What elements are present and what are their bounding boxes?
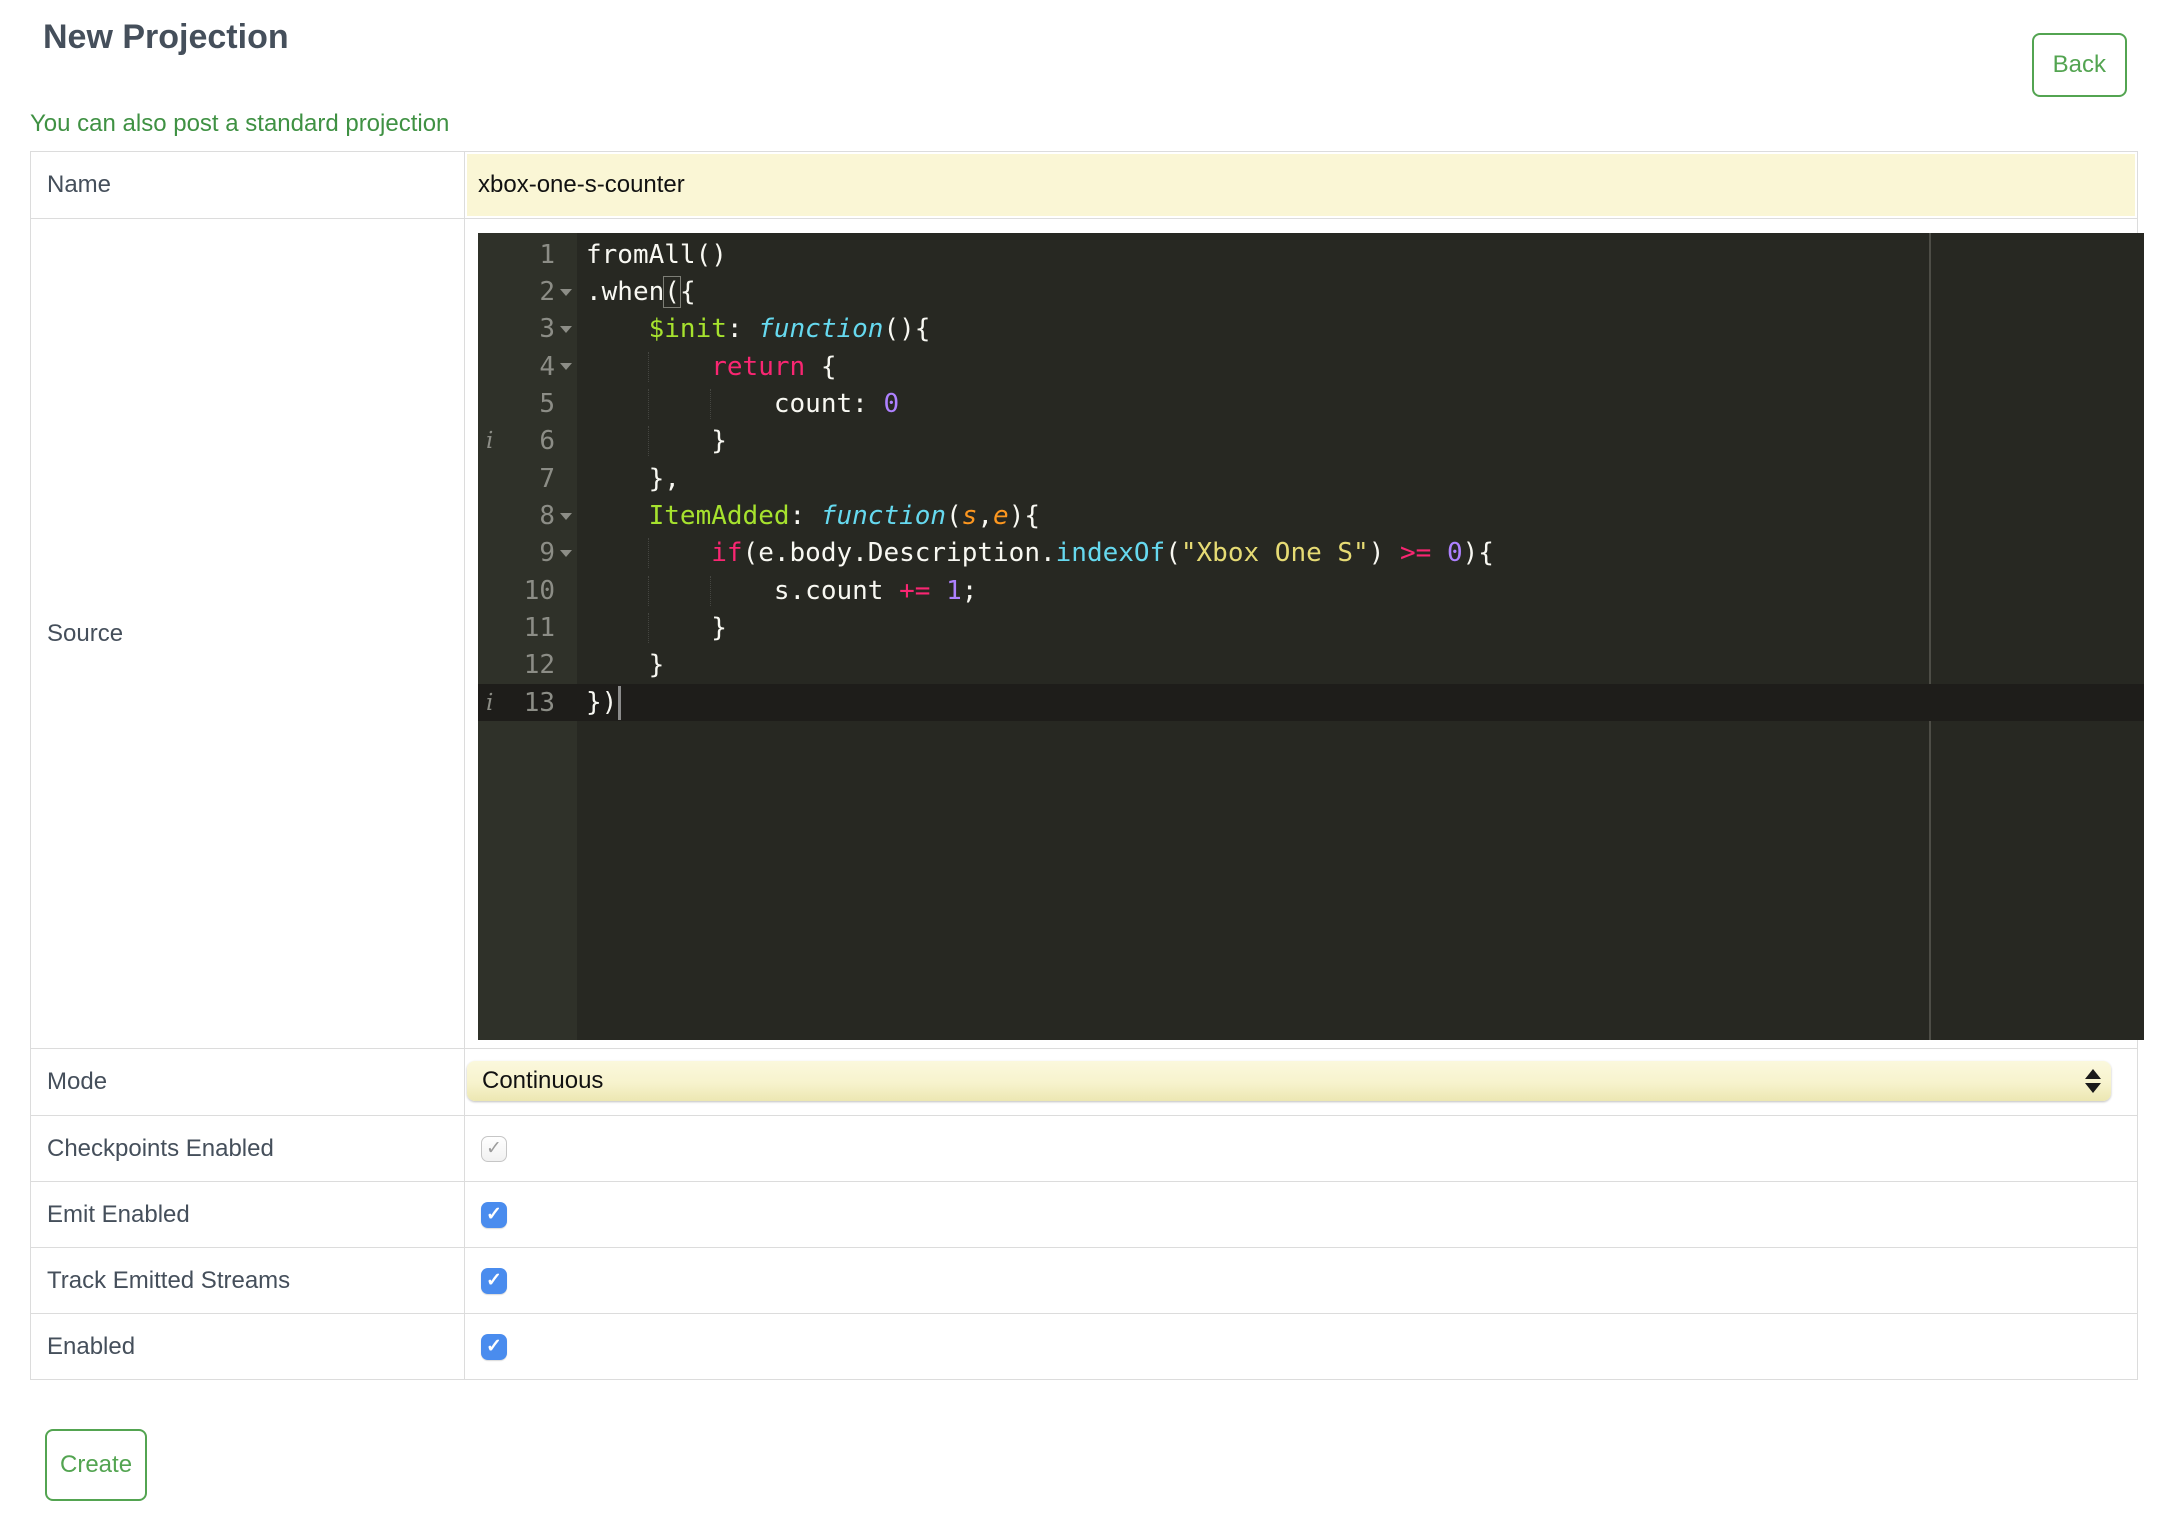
mode-label: Mode: [30, 1048, 465, 1116]
source-label: Source: [30, 218, 465, 1049]
line-number: 8: [539, 501, 555, 532]
fold-arrow-icon[interactable]: [560, 549, 572, 557]
line-number: 4: [539, 351, 555, 382]
source-row: Source 1 fromAll() 2 .when({3 $init: functi…: [30, 218, 2144, 1049]
gutter-cell: 8: [478, 501, 577, 531]
code-editor-lines: 1 fromAll() 2 .when({3 $init: function(){4 …: [478, 233, 2144, 722]
code-line[interactable]: 1 fromAll(): [478, 236, 2144, 273]
line-number: 1: [539, 239, 555, 270]
code-text: }: [648, 650, 665, 681]
line-number: 11: [523, 613, 555, 644]
code-text: return {: [577, 351, 836, 382]
line-number: 9: [539, 538, 555, 569]
code-text: count: 0: [577, 389, 899, 420]
gutter-cell: i6: [478, 426, 577, 456]
gutter-cell: 5: [478, 389, 577, 419]
code-text: }): [577, 685, 622, 720]
emit-label: Emit Enabled: [30, 1181, 465, 1248]
code-text: }: [577, 426, 727, 457]
code-text: ItemAdded: function(s,e){: [648, 501, 1040, 532]
code-line[interactable]: 2 .when({: [478, 273, 2144, 310]
select-stepper-icon: [2085, 1069, 2101, 1093]
fold-arrow-icon[interactable]: [560, 512, 572, 520]
gutter-cell: i 13: [478, 688, 577, 718]
enabled-label: Enabled: [30, 1313, 465, 1380]
code-text: .when({: [586, 276, 696, 309]
emit-row: Emit Enabled ✓: [30, 1181, 2138, 1248]
emit-checkbox[interactable]: ✓: [481, 1201, 507, 1228]
line-number: 10: [523, 575, 555, 606]
code-line[interactable]: 11 }: [478, 609, 2144, 646]
track-checkbox[interactable]: ✓: [481, 1267, 507, 1294]
info-annotation-icon: i: [486, 689, 494, 716]
mode-select[interactable]: Continuous: [467, 1061, 2111, 1101]
enabled-checkbox[interactable]: ✓: [481, 1333, 507, 1360]
code-text: }: [577, 613, 727, 644]
gutter-cell: 9: [478, 538, 577, 568]
code-line[interactable]: 10 s.count += 1;: [478, 572, 2144, 609]
back-button[interactable]: Back: [2031, 33, 2127, 97]
standard-projection-link[interactable]: You can also post a standard projection: [30, 110, 449, 138]
projection-form-table: Name xbox-one-s-counter Source 1 fromAll(…: [30, 151, 2144, 1380]
gutter-cell: 1: [478, 240, 577, 270]
code-text: $init: function(){: [648, 314, 931, 345]
gutter-cell: 2: [478, 277, 577, 307]
fold-arrow-icon[interactable]: [560, 363, 572, 371]
info-annotation-icon: i: [486, 428, 494, 455]
gutter-cell: 4: [478, 352, 577, 382]
gutter-cell: 12: [478, 650, 577, 680]
line-number: 3: [539, 314, 555, 345]
gutter-cell: 11: [478, 613, 577, 643]
line-number: 13: [523, 687, 555, 718]
fold-arrow-icon[interactable]: [560, 288, 572, 296]
name-row: Name xbox-one-s-counter: [30, 151, 2138, 219]
code-line[interactable]: i6 }: [478, 423, 2144, 460]
gutter-cell: 3: [478, 314, 577, 344]
gutter-cell: 7: [478, 464, 577, 494]
fold-arrow-icon[interactable]: [560, 325, 572, 333]
checkpoints-row: Checkpoints Enabled ✓: [30, 1115, 2138, 1182]
track-label: Track Emitted Streams: [30, 1247, 465, 1314]
code-text: s.count += 1;: [577, 575, 977, 606]
enabled-row: Enabled ✓: [30, 1313, 2138, 1380]
code-text: },: [648, 463, 680, 494]
mode-row: Mode Continuous: [30, 1048, 2138, 1116]
arrow-up-icon: [2085, 1069, 2101, 1079]
line-number: 7: [539, 463, 555, 494]
code-line[interactable]: 9 if(e.body.Description.indexOf("Xbox On…: [478, 535, 2144, 572]
code-line[interactable]: 5 count: 0: [478, 385, 2144, 422]
code-line[interactable]: 3 $init: function(){: [478, 311, 2144, 348]
mode-select-value: Continuous: [482, 1067, 604, 1094]
code-line[interactable]: 7 },: [478, 460, 2144, 497]
page-title: New Projection: [43, 18, 289, 56]
checkpoints-checkbox: ✓: [481, 1135, 507, 1162]
line-number: 12: [523, 650, 555, 681]
projection-name-input[interactable]: xbox-one-s-counter: [467, 154, 2135, 216]
code-text: fromAll(): [586, 239, 727, 270]
text-cursor: [618, 685, 622, 720]
arrow-down-icon: [2085, 1083, 2101, 1093]
name-label: Name: [30, 151, 465, 219]
code-line[interactable]: i 13}): [478, 684, 2144, 722]
create-button[interactable]: Create: [45, 1429, 148, 1501]
source-code-editor[interactable]: 1 fromAll() 2 .when({3 $init: function(){4 …: [478, 233, 2144, 1040]
code-line[interactable]: 8 ItemAdded: function(s,e){: [478, 497, 2144, 534]
code-text: if(e.body.Description.indexOf("Xbox One …: [577, 538, 1494, 569]
line-number: 2: [539, 277, 555, 308]
track-row: Track Emitted Streams ✓: [30, 1247, 2138, 1314]
line-number: 6: [539, 426, 555, 457]
checkpoints-label: Checkpoints Enabled: [30, 1115, 465, 1182]
code-line[interactable]: 4 return {: [478, 348, 2144, 385]
line-number: 5: [539, 389, 555, 420]
gutter-cell: 10: [478, 576, 577, 606]
code-line[interactable]: 12 }: [478, 647, 2144, 684]
